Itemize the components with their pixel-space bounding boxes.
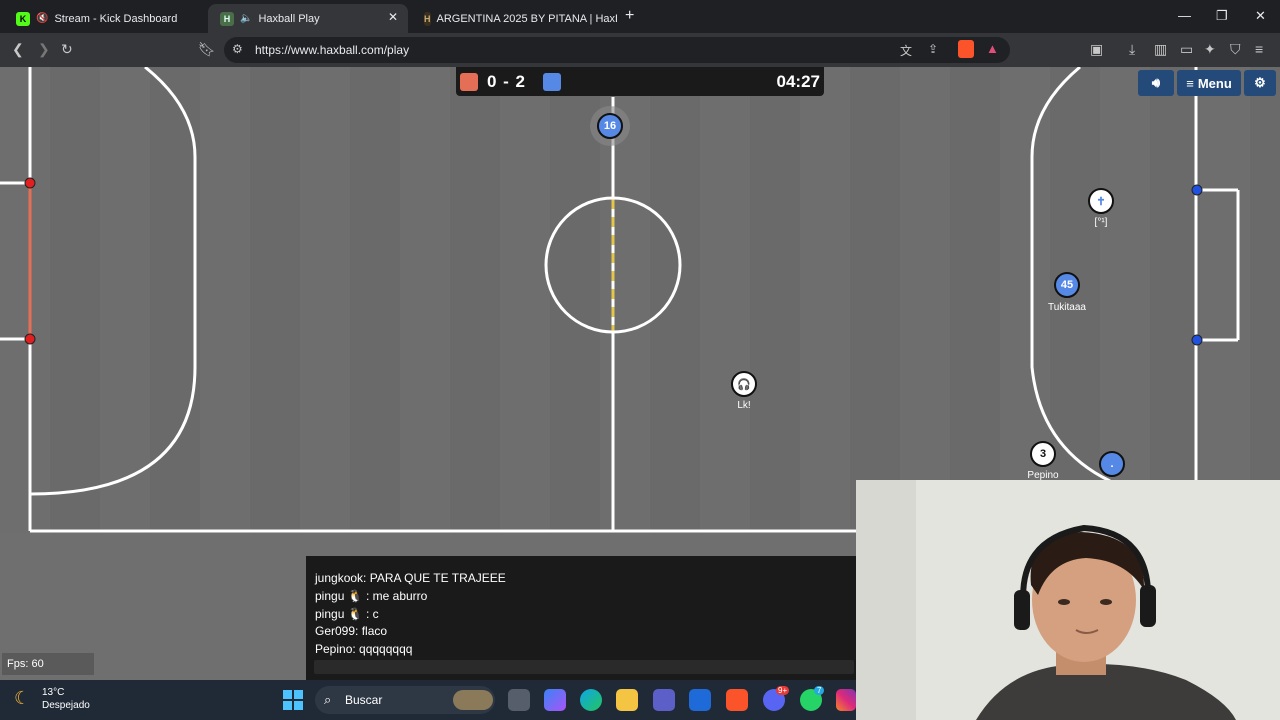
browser-toolbar: ❮ ❯ ↻ 🔖︎ ⚙ https://www.haxball.com/play …	[0, 33, 1280, 67]
bookmark-icon[interactable]: 🔖︎	[198, 41, 216, 58]
new-tab-icon[interactable]: +	[625, 7, 634, 25]
headphones-icon: 🎧	[737, 378, 751, 391]
haxball-favicon-icon: H	[424, 11, 431, 26]
windows-taskbar: ☾ 13°C Despejado ⌕ Buscar 9+ 7	[0, 680, 856, 720]
windows-start-icon[interactable]	[283, 690, 303, 710]
speaker-icon[interactable]: 🔈	[240, 13, 252, 24]
chat-message: Pepino: qqqqqqqq	[315, 642, 413, 656]
share-icon[interactable]: ⇪	[928, 42, 938, 56]
pitch-lines	[0, 67, 1280, 533]
settings-button[interactable]: ⚙	[1244, 70, 1276, 96]
brave-shields-icon[interactable]	[958, 40, 974, 58]
task-view-icon[interactable]	[508, 689, 530, 711]
site-settings-icon[interactable]: ⚙	[232, 42, 243, 56]
player-disc: 45	[1054, 272, 1080, 298]
instagram-icon[interactable]	[836, 689, 856, 711]
player-number: .	[1110, 458, 1114, 470]
weather-moon-icon: ☾	[14, 688, 31, 708]
streamer-webcam-image	[856, 480, 1280, 720]
download-icon[interactable]: ⤓	[1129, 41, 1135, 58]
weather-temperature: 13°C	[42, 687, 65, 698]
player-disc: .	[1099, 451, 1125, 477]
chat-message: Ger099: flaco	[315, 624, 388, 638]
close-tab-icon[interactable]: ✕	[388, 10, 398, 24]
player-disc: 🎧	[731, 371, 757, 397]
tab-haxball-play[interactable]: H 🔈 Haxball Play ✕	[208, 4, 408, 33]
brave-rewards-icon[interactable]: ▲	[986, 41, 999, 56]
player-disc: 3	[1030, 441, 1056, 467]
pitch	[0, 67, 1280, 533]
player-number: ✝	[1096, 195, 1106, 208]
player-disc: 16	[597, 113, 623, 139]
copilot-icon[interactable]	[544, 689, 566, 711]
player-number: 16	[603, 120, 617, 132]
player-name: Tukitaaa	[1048, 302, 1086, 313]
tab-label: Haxball Play	[258, 12, 320, 25]
search-highlight-image	[453, 690, 493, 710]
search-placeholder: Buscar	[345, 693, 383, 707]
speaker-icon: 🔊︎	[1151, 75, 1161, 90]
player-number: 45	[1060, 279, 1074, 291]
tab-argentina-2025[interactable]: H ARGENTINA 2025 BY PITANA | HaxBa	[412, 4, 617, 33]
chat-panel: jungkook: PARA QUE TE TRAJEEE pingu 🐧 : …	[306, 556, 856, 680]
player-disc: ✝	[1088, 188, 1114, 214]
tab-label: ARGENTINA 2025 BY PITANA | HaxBa	[436, 12, 618, 25]
wallet-icon[interactable]: ▭	[1180, 41, 1193, 58]
blue-team-swatch	[543, 73, 561, 91]
weather-condition: Despejado	[42, 700, 90, 711]
tab-bar: K 🔇 Stream - Kick Dashboard H 🔈 Haxball …	[0, 0, 1280, 33]
browser-menu-icon[interactable]: ≡	[1255, 41, 1263, 57]
player-name: Lk!	[737, 400, 751, 411]
score: 0 - 2	[487, 72, 527, 91]
store-icon[interactable]	[689, 689, 711, 711]
menu-label: Menu	[1197, 75, 1232, 91]
file-explorer-icon[interactable]	[616, 689, 638, 711]
chat-message: jungkook: PARA QUE TE TRAJEEE	[315, 571, 506, 585]
search-icon: ⌕	[324, 692, 332, 707]
chat-message: pingu 🐧 : c	[315, 607, 379, 621]
url-text: https://www.haxball.com/play	[255, 43, 410, 57]
taskbar-search[interactable]: ⌕ Buscar	[315, 686, 495, 714]
whatsapp-badge: 7	[814, 686, 825, 695]
translate-icon[interactable]: 文	[900, 42, 912, 59]
reload-icon[interactable]: ↻	[61, 41, 73, 58]
kick-favicon-icon: K	[16, 11, 30, 26]
back-icon[interactable]: ❮	[12, 41, 24, 58]
gear-icon: ⚙	[1254, 75, 1266, 90]
chat-input[interactable]	[314, 660, 854, 674]
menu-button[interactable]: ≡ Menu	[1177, 70, 1241, 96]
leo-ai-icon[interactable]: ✦	[1204, 41, 1216, 58]
vpn-icon[interactable]: ⛉	[1230, 41, 1241, 58]
fps-counter: Fps: 60	[2, 653, 94, 675]
discord-badge: 9+	[776, 686, 790, 695]
sound-button[interactable]: 🔊︎	[1138, 70, 1174, 96]
close-window-icon[interactable]: ✕	[1255, 8, 1266, 24]
forward-icon[interactable]: ❯	[38, 41, 50, 58]
webcam-overlay	[856, 480, 1280, 720]
scoreboard: 0 - 2 04:27	[456, 67, 824, 96]
tab-kick-dashboard[interactable]: K 🔇 Stream - Kick Dashboard	[4, 4, 204, 33]
haxball-favicon-icon: H	[220, 11, 234, 26]
chat-message: pingu 🐧 : me aburro	[315, 589, 428, 603]
teams-icon[interactable]	[653, 689, 675, 711]
brave-icon[interactable]	[726, 689, 748, 711]
hamburger-icon: ≡	[1186, 75, 1194, 91]
match-clock: 04:27	[776, 72, 820, 91]
player-number: 3	[1039, 448, 1047, 460]
tab-label: Stream - Kick Dashboard	[54, 12, 178, 25]
edge-icon[interactable]	[580, 689, 602, 711]
player-name: [°¹]	[1094, 217, 1108, 228]
maximize-icon[interactable]: ❐	[1216, 8, 1228, 24]
muted-speaker-icon[interactable]: 🔇	[36, 13, 48, 24]
red-team-swatch	[460, 73, 478, 91]
sidebar-icon[interactable]: ▥	[1154, 41, 1167, 58]
minimize-icon[interactable]: —	[1178, 8, 1191, 23]
reader-mode-icon[interactable]: ▣	[1090, 41, 1103, 58]
address-bar[interactable]: ⚙ https://www.haxball.com/play 文 ⇪ ▲	[224, 37, 1010, 63]
